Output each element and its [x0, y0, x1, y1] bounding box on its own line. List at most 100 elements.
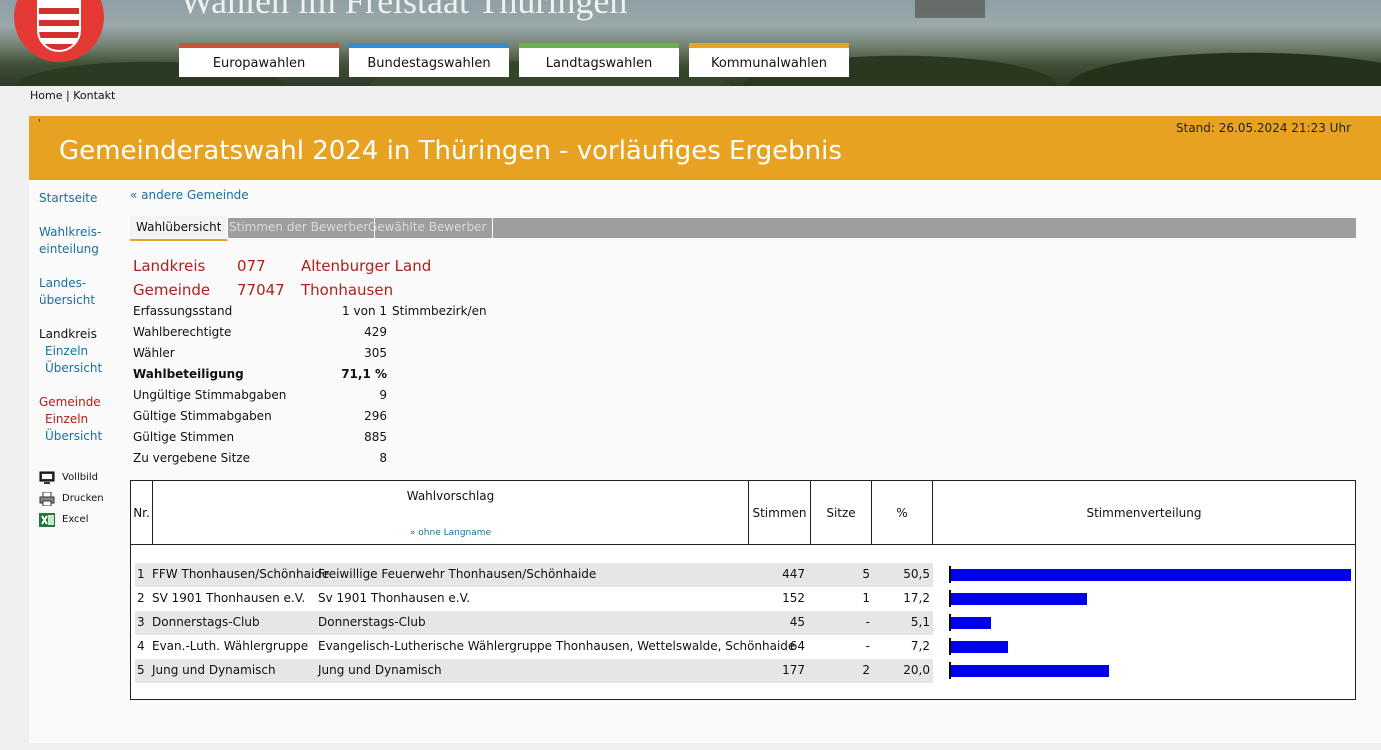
nav-tab-color-bar: [349, 43, 509, 48]
stat-value: 9: [379, 388, 387, 402]
content-area: « andere Gemeinde Wahlübersicht Stimmen …: [130, 188, 1356, 700]
result-nr: 1: [137, 567, 145, 581]
result-long-name: Freiwillige Feuerwehr Thonhausen/Schönha…: [318, 567, 597, 581]
result-short-name: Evan.-Luth. Wählergruppe: [152, 639, 309, 653]
monitor-icon: [39, 471, 55, 485]
timestamp: Stand: 26.05.2024 21:23 Uhr: [1176, 121, 1351, 135]
tab-stimmen-der-bewerber[interactable]: Stimmen der Bewerber: [223, 218, 376, 238]
nav-tab-kommunalwahlen[interactable]: Kommunalwahlen: [689, 43, 849, 77]
result-long-name: Jung und Dynamisch: [318, 663, 442, 677]
vote-share-bar: [951, 593, 1087, 605]
result-percent: 50,5: [903, 567, 930, 581]
nav-tab-europawahlen[interactable]: Europawahlen: [179, 43, 339, 77]
stat-value: 305: [364, 346, 387, 360]
gemeinde-label: Gemeinde: [133, 281, 211, 299]
gemeinde-code: 77047: [237, 281, 285, 299]
result-sitze: -: [865, 615, 870, 629]
result-stimmen: 152: [782, 591, 805, 605]
breadcrumb: Home | Kontakt: [30, 89, 115, 102]
title-bar-mark: ': [38, 118, 41, 129]
drucken-button[interactable]: Drucken: [39, 490, 119, 507]
result-stimmen: 64: [789, 639, 805, 653]
nav-wahlkreiseinteilung-line2[interactable]: einteilung: [39, 241, 119, 258]
result-row: 2 SV 1901 Thonhausen e.V. Sv 1901 Thonhaus…: [135, 587, 933, 611]
landkreis-name: Altenburger Land: [301, 257, 432, 275]
other-municipality-link[interactable]: « andere Gemeinde: [130, 188, 1356, 202]
vote-share-bar: [951, 617, 991, 629]
nav-tab-color-bar: [179, 43, 339, 48]
stat-value: 1 von 1: [342, 304, 387, 318]
gemeinde-name: Thonhausen: [301, 281, 394, 299]
vote-share-bar: [951, 665, 1109, 677]
result-percent: 20,0: [903, 663, 930, 677]
tab-wahluebersicht[interactable]: Wahlübersicht: [130, 216, 229, 241]
result-nr: 3: [137, 615, 145, 629]
nav-gemeinde-heading: Gemeinde: [39, 395, 101, 409]
header-stimmenverteilung: Stimmenverteilung: [1086, 505, 1202, 520]
result-long-name: Donnerstags-Club: [318, 615, 426, 629]
result-percent: 5,1: [910, 615, 930, 629]
nav-gemeinde-uebersicht[interactable]: Übersicht: [39, 428, 119, 445]
ohne-langname-link[interactable]: » ohne Langname: [410, 528, 491, 538]
header-wahlvorschlag: Wahlvorschlag » ohne Langname: [153, 481, 749, 544]
nav-tab-landtagswahlen[interactable]: Landtagswahlen: [519, 43, 679, 77]
results-header: Nr. Wahlvorschlag » ohne Langname Stimme…: [131, 481, 1355, 545]
page-title: Gemeinderatswahl 2024 in Thüringen - vor…: [59, 136, 842, 166]
result-stimmen: 447: [782, 567, 805, 581]
nav-wahlkreiseinteilung-line1[interactable]: Wahlkreis-: [39, 224, 119, 241]
breadcrumb-separator: |: [65, 89, 70, 102]
nav-landesuebersicht-line1[interactable]: Landes-: [39, 275, 119, 292]
stat-value: 71,1 %: [341, 367, 387, 381]
stat-value: 885: [364, 430, 387, 444]
tab-gewaehlte-bewerber[interactable]: Gewählte Bewerber: [362, 218, 494, 238]
nav-tab-color-bar: [689, 43, 849, 48]
vote-share-bar: [951, 569, 1351, 581]
result-percent: 7,2: [910, 639, 930, 653]
results-table: Nr. Wahlvorschlag » ohne Langname Stimme…: [130, 480, 1356, 700]
result-row: 5 Jung und Dynamisch Jung und Dynamisch 177…: [135, 659, 933, 683]
result-sitze: 5: [862, 567, 870, 581]
header-nr: Nr.: [131, 481, 153, 544]
header-wahlvorschlag-label: Wahlvorschlag: [406, 489, 495, 503]
result-row: 1 FFW Thonhausen/Schönhaide Freiwillige Fe…: [135, 563, 933, 587]
excel-icon: [39, 512, 55, 527]
header-banner: Wahlen im Freistaat Thüringen Europawahl…: [0, 0, 1381, 86]
landkreis-code: 077: [237, 257, 266, 275]
result-nr: 4: [137, 639, 145, 653]
title-bar: ' Gemeinderatswahl 2024 in Thüringen - v…: [29, 116, 1381, 180]
home-link[interactable]: Home: [30, 89, 62, 102]
nav-tab-bundestagswahlen[interactable]: Bundestagswahlen: [349, 43, 509, 77]
nav-gemeinde-einzeln[interactable]: Einzeln: [39, 411, 119, 428]
result-nr: 5: [137, 663, 145, 677]
result-short-name: Jung und Dynamisch: [152, 663, 276, 677]
result-row: 3 Donnerstags-Club Donnerstags-Club 45 - 5,1: [135, 611, 933, 635]
vollbild-label: Vollbild: [62, 472, 98, 483]
contact-link[interactable]: Kontakt: [73, 89, 115, 102]
result-row: 4 Evan.-Luth. Wählergruppe Evangelisch-Lut…: [135, 635, 933, 659]
nav-startseite[interactable]: Startseite: [39, 190, 119, 207]
result-sitze: -: [865, 639, 870, 653]
excel-label: Excel: [62, 514, 89, 525]
excel-button[interactable]: Excel: [39, 511, 119, 528]
castle-silhouette: [915, 0, 985, 18]
result-stimmen: 45: [789, 615, 805, 629]
result-long-name: Evangelisch-Lutherische Wählergruppe Tho…: [318, 639, 796, 653]
site-title: Wahlen im Freistaat Thüringen: [180, 0, 628, 21]
nav-landkreis-uebersicht[interactable]: Übersicht: [39, 360, 119, 377]
vollbild-button[interactable]: Vollbild: [39, 469, 119, 486]
result-nr: 2: [137, 591, 145, 605]
nav-landkreis-heading: Landkreis: [39, 327, 97, 341]
result-short-name: Donnerstags-Club: [152, 615, 260, 629]
header-sitze: Sitze: [811, 481, 872, 544]
stat-value: 296: [364, 409, 387, 423]
stat-value: 8: [379, 451, 387, 465]
result-short-name: SV 1901 Thonhausen e.V.: [152, 591, 306, 605]
landkreis-label: Landkreis: [133, 257, 206, 275]
vote-share-bar: [951, 641, 1008, 653]
result-sitze: 2: [862, 663, 870, 677]
main-panel: ' Gemeinderatswahl 2024 in Thüringen - v…: [29, 116, 1381, 743]
result-percent: 17,2: [903, 591, 930, 605]
nav-landkreis-einzeln[interactable]: Einzeln: [39, 343, 119, 360]
result-long-name: Sv 1901 Thonhausen e.V.: [318, 591, 471, 605]
nav-landesuebersicht-line2[interactable]: übersicht: [39, 292, 119, 309]
